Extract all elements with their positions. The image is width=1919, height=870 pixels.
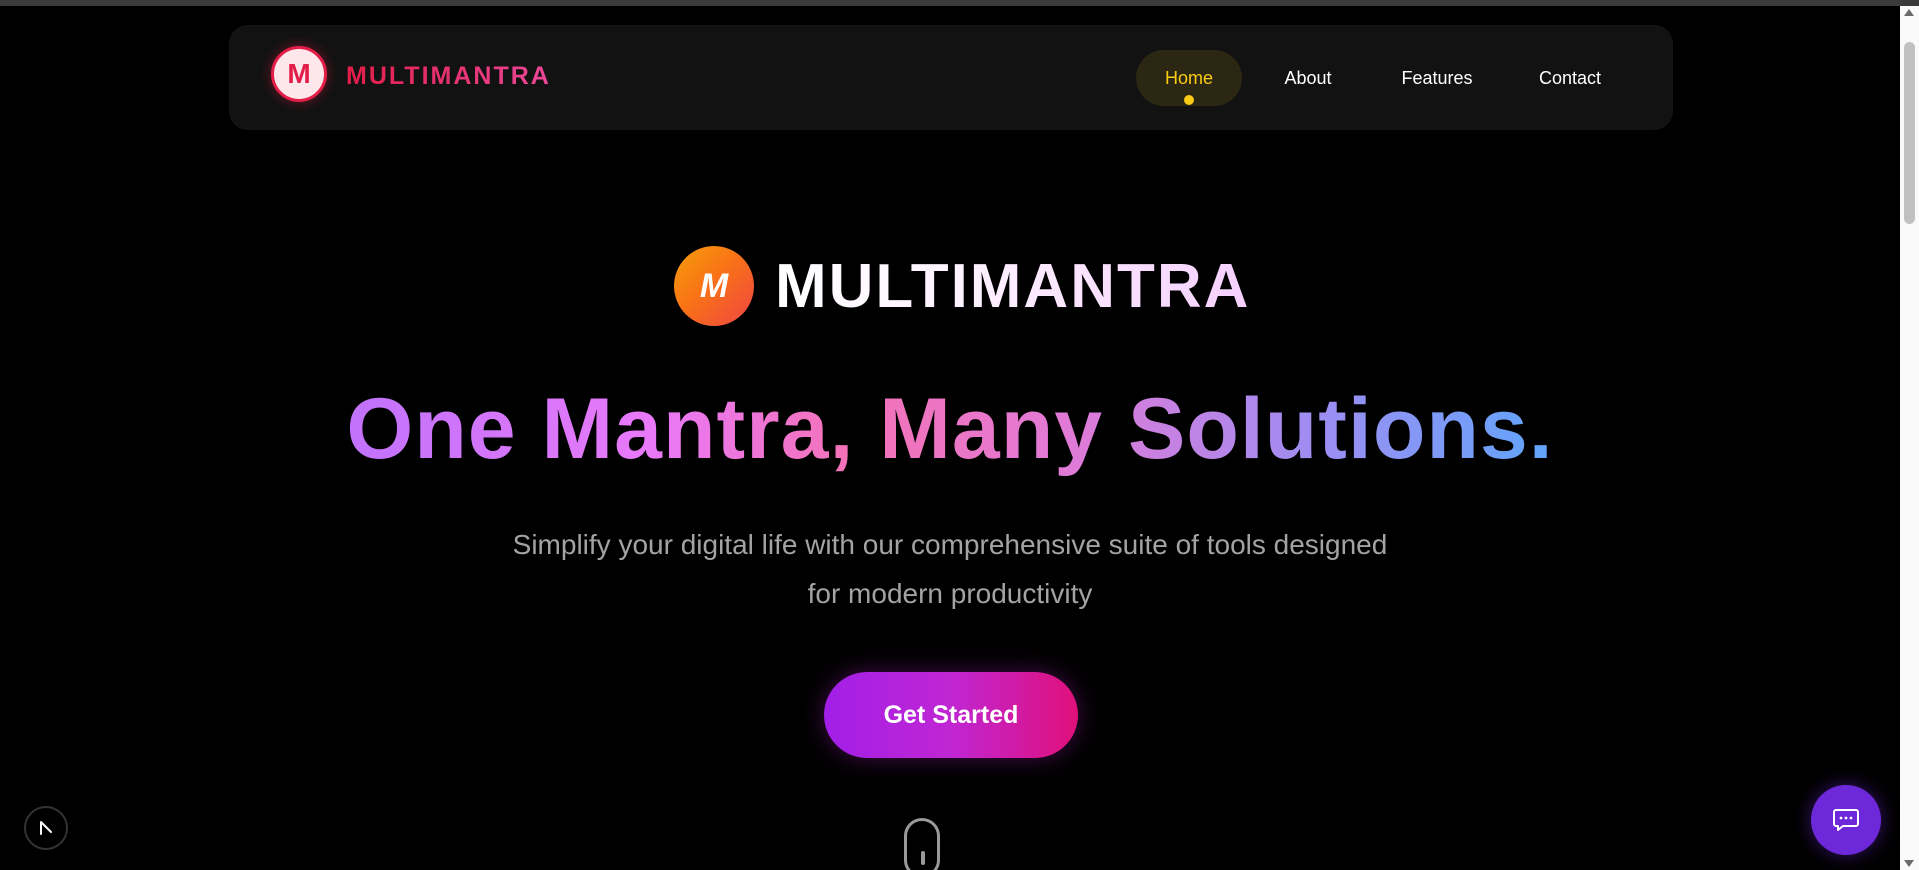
cursor-arrow-icon-svg: [40, 821, 52, 835]
nav-links: Home About Features Contact: [1136, 50, 1610, 106]
hero-logo: M: [674, 246, 754, 326]
hero-brand: MULTIMANTRA: [775, 252, 1251, 321]
nav-link-home-label: Home: [1164, 67, 1213, 88]
nav-link-about-label: About: [1284, 67, 1332, 88]
hero-title: One Mantra, Many Solutions.: [0, 379, 1900, 479]
hero-logo-letter: M: [699, 266, 729, 305]
nav-link-home[interactable]: Home: [1136, 50, 1242, 106]
nav-link-contact[interactable]: Contact: [1530, 50, 1610, 106]
nav-link-about[interactable]: About: [1258, 50, 1358, 106]
get-started-button[interactable]: Get Started: [824, 672, 1078, 758]
cursor-arrow-icon[interactable]: [24, 806, 68, 850]
nav-logo[interactable]: M: [271, 46, 327, 102]
navbar: M MULTIMANTRA Home About Features Contac…: [230, 26, 1672, 129]
active-indicator-dot: [1184, 95, 1194, 105]
hero-title-text: One Mantra, Many Solutions.: [346, 381, 1554, 477]
nav-brand[interactable]: MULTIMANTRA: [346, 62, 551, 91]
page: M MULTIMANTRA Home About Features Contac…: [0, 6, 1900, 870]
hero-subtitle-line-1: Simplify your digital life with our comp…: [512, 529, 1388, 560]
scrollbar-thumb[interactable]: [1904, 42, 1915, 224]
nav-link-features-label: Features: [1401, 67, 1473, 88]
mouse-wheel: [921, 851, 925, 865]
chat-button[interactable]: [1811, 785, 1881, 855]
nav-logo-letter: M: [287, 58, 311, 89]
nav-link-contact-label: Contact: [1538, 67, 1602, 88]
scroll-down-arrow-icon[interactable]: [1904, 860, 1914, 867]
page-scrollbar[interactable]: [1900, 6, 1919, 870]
hero-subtitle: Simplify your digital life with our comp…: [470, 520, 1430, 618]
hero-subtitle-line-2: for modern productivity: [807, 578, 1093, 609]
chat-bubble-icon: [1833, 809, 1859, 831]
nav-link-features[interactable]: Features: [1386, 50, 1488, 106]
mouse-scroll-icon[interactable]: [904, 818, 940, 870]
scroll-up-arrow-icon[interactable]: [1904, 9, 1914, 16]
